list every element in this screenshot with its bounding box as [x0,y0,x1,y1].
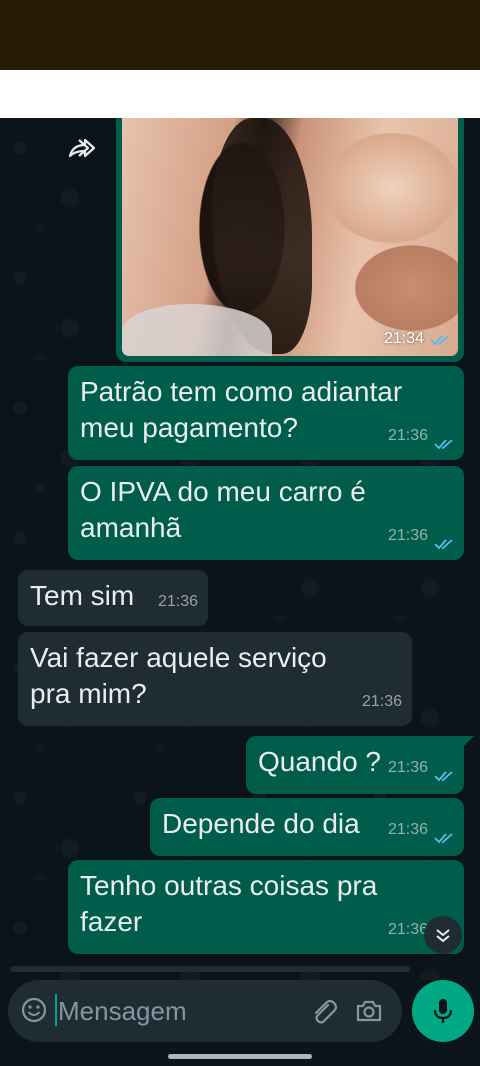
outgoing-message[interactable]: O IPVA do meu carro é amanhã 21:36 [68,466,464,560]
home-indicator[interactable] [168,1054,312,1059]
message-input[interactable] [58,993,298,1029]
message-time: 21:36 [387,759,428,776]
header-band [0,70,480,118]
message-text-line: Patrão tem como adiantar [80,376,403,407]
emoji-icon[interactable] [20,996,48,1024]
message-composer[interactable] [8,980,402,1042]
double-check-icon [434,439,453,450]
forward-icon[interactable] [66,136,98,162]
double-check-icon [434,539,453,550]
message-text-line: Tenho outras coisas pra [80,870,378,901]
chevron-double-down-icon [436,929,450,943]
incoming-message[interactable]: Tem sim 21:36 [18,570,208,626]
double-check-icon [434,771,453,782]
bubble-tail [462,736,474,748]
outgoing-message[interactable]: Depende do dia 21:36 [150,798,464,856]
message-text-line: pra mim? [30,678,147,709]
message-time: 21:36 [387,921,428,938]
double-check-icon [434,833,453,844]
message-text-line: O IPVA do meu carro é [80,476,366,507]
outgoing-message[interactable]: Quando ? 21:36 [246,736,464,794]
scroll-to-bottom-button[interactable] [424,916,462,954]
double-check-icon [430,335,449,346]
message-time: 21:36 [387,427,428,444]
status-bar [0,0,480,70]
image-photo[interactable] [122,118,458,356]
outgoing-message[interactable]: Tenho outras coisas pra fazer 21:36 [68,860,464,954]
message-time: 21:36 [387,527,428,544]
text-cursor [55,994,57,1026]
message-time: 21:34 [383,330,424,347]
microphone-icon [433,999,453,1023]
image-message-bubble[interactable]: 21:34 [116,118,464,362]
microphone-button[interactable] [412,980,474,1042]
message-time: 21:36 [361,693,402,710]
divider [10,966,410,972]
message-text-line: Vai fazer aquele serviço [30,642,327,673]
camera-icon[interactable] [354,996,384,1026]
paperclip-icon[interactable] [308,996,338,1026]
message-time: 21:36 [387,821,428,838]
message-time: 21:36 [157,593,198,610]
outgoing-message[interactable]: Patrão tem como adiantar meu pagamento? … [68,366,464,460]
incoming-message[interactable]: Vai fazer aquele serviço pra mim? 21:36 [18,632,412,726]
